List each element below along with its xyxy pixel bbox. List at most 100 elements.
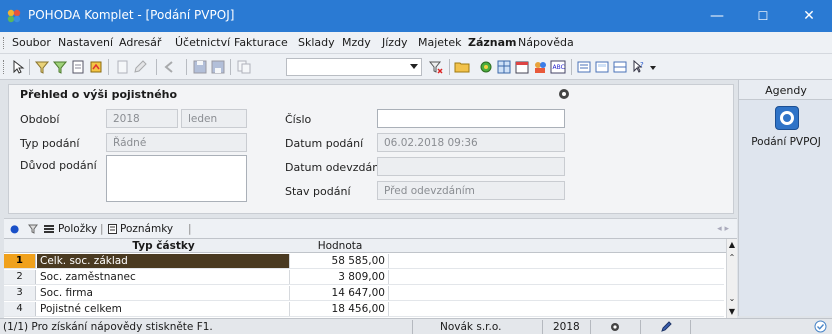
save-icon[interactable] <box>192 59 208 75</box>
menu-mzdy[interactable]: Mzdy <box>342 36 371 49</box>
check-circle-icon <box>814 320 827 333</box>
podani-pvpoj-icon[interactable] <box>775 106 799 130</box>
print-preview-icon[interactable] <box>70 59 86 75</box>
filter-tab-icon[interactable] <box>28 224 38 234</box>
filter-clear-icon[interactable] <box>428 59 444 75</box>
svg-text:?: ? <box>640 61 644 69</box>
duvod-podani-textarea[interactable] <box>106 155 247 202</box>
agenda-item-podani-pvpoj[interactable]: Podání PVPOJ <box>739 136 832 148</box>
filter-add-icon[interactable] <box>52 59 68 75</box>
scroll-down-icon[interactable]: ⌄ <box>727 293 737 305</box>
datum-odevzdani-field[interactable] <box>377 157 565 176</box>
dot-indicator-icon[interactable]: ● <box>10 223 19 235</box>
chevron-down-icon[interactable] <box>410 64 418 69</box>
menu-bar: Soubor Nastavení Adresář Účetnictví Fakt… <box>0 32 832 54</box>
tab-poznamky[interactable]: Poznámky <box>120 223 173 235</box>
save-all-icon[interactable] <box>210 59 226 75</box>
stav-podani-label: Stav podání <box>285 185 351 198</box>
row-hodnota[interactable]: 14 647,00 <box>291 286 389 300</box>
items-grid: Typ částky Hodnota 1 Celk. soc. základ 5… <box>4 238 737 319</box>
menu-jizdy[interactable]: Jízdy <box>382 36 408 49</box>
row-typ-castky[interactable]: Soc. firma <box>37 286 290 300</box>
form-header: Přehled o výši pojistného <box>9 85 733 103</box>
typ-podani-field[interactable]: Řádné <box>106 133 247 152</box>
cursor-icon[interactable] <box>10 59 26 75</box>
datum-odevzdani-label: Datum odevzdání <box>285 161 383 174</box>
table-row[interactable]: 2 Soc. zaměstnanec 3 809,00 <box>4 270 724 285</box>
obdobi-month-field[interactable]: leden <box>181 109 247 128</box>
table-row[interactable]: 1 Celk. soc. základ 58 585,00 <box>4 254 724 269</box>
datum-podani-label: Datum podání <box>285 137 364 150</box>
back-arrow-icon[interactable] <box>162 59 178 75</box>
menu-grip-handle[interactable] <box>3 37 6 49</box>
list-view-icon[interactable] <box>576 59 592 75</box>
menu-sklady[interactable]: Sklady <box>298 36 335 49</box>
maximize-button[interactable]: ☐ <box>740 0 786 32</box>
menu-soubor[interactable]: Soubor <box>12 36 51 49</box>
list-tab-icon <box>44 225 54 233</box>
toolbar: ABC ? <box>0 54 832 80</box>
menu-fakturace[interactable]: Fakturace <box>234 36 288 49</box>
row-hodnota[interactable]: 58 585,00 <box>291 254 389 268</box>
row-typ-castky[interactable]: Celk. soc. základ <box>37 254 290 268</box>
menu-majetek[interactable]: Majetek <box>418 36 462 49</box>
database-status-icon <box>611 323 619 331</box>
column-typ-castky[interactable]: Typ částky <box>37 240 290 252</box>
sign-icon[interactable] <box>88 59 104 75</box>
record-search-combo[interactable] <box>286 58 422 76</box>
split-view-icon[interactable] <box>612 59 628 75</box>
table-row[interactable]: 4 Pojistné celkem 18 456,00 <box>4 302 724 317</box>
scroll-up-icon[interactable]: ⌃ <box>727 252 737 264</box>
svg-text:ABC: ABC <box>553 64 565 71</box>
table-row[interactable]: 3 Soc. firma 14 647,00 <box>4 286 724 301</box>
scroll-bottom-icon[interactable]: ▼ <box>727 306 737 318</box>
detail-tabs: ● Položky | Poznámky | ◂ ▸ <box>4 218 737 238</box>
datum-podani-field[interactable]: 06.02.2018 09:36 <box>377 133 565 152</box>
menu-ucetnictvi[interactable]: Účetnictví <box>175 36 230 49</box>
grid-vertical-scrollbar[interactable]: ▲ ⌃ ⌄ ▼ <box>726 239 737 319</box>
menu-zaznam[interactable]: Záznam <box>468 36 517 49</box>
help-dropdown-icon[interactable] <box>650 66 656 70</box>
row-hodnota[interactable]: 3 809,00 <box>291 270 389 284</box>
agenda-panel: Agendy Podání PVPOJ <box>738 80 832 316</box>
tab-polozky[interactable]: Položky <box>58 223 97 235</box>
row-number: 3 <box>4 286 36 300</box>
note-tab-icon <box>108 224 117 234</box>
grid-view-icon[interactable] <box>496 59 512 75</box>
barcode-icon[interactable]: ABC <box>550 59 566 75</box>
toolbar-grip-handle[interactable] <box>3 60 6 74</box>
scroll-top-icon[interactable]: ▲ <box>727 239 737 251</box>
close-button[interactable]: ✕ <box>786 0 832 32</box>
column-hodnota[interactable]: Hodnota <box>291 240 389 252</box>
menu-napoveda[interactable]: Nápověda <box>518 36 574 49</box>
title-bar: POHODA Komplet - [Podání PVPOJ] — ☐ ✕ <box>0 0 832 32</box>
row-hodnota[interactable]: 18 456,00 <box>291 302 389 316</box>
obdobi-label: Období <box>20 113 60 126</box>
form-view-icon[interactable] <box>594 59 610 75</box>
stav-podani-field[interactable]: Před odevzdáním <box>377 181 565 200</box>
form-title: Přehled o výši pojistného <box>20 88 178 101</box>
row-number: 1 <box>4 254 36 268</box>
obdobi-year-field[interactable]: 2018 <box>106 109 178 128</box>
row-typ-castky[interactable]: Soc. zaměstnanec <box>37 270 290 284</box>
row-number: 4 <box>4 302 36 316</box>
typ-podani-label: Typ podání <box>20 137 80 150</box>
filter-icon[interactable] <box>34 59 50 75</box>
row-typ-castky[interactable]: Pojistné celkem <box>37 302 290 316</box>
users-icon[interactable] <box>532 59 548 75</box>
new-record-icon[interactable] <box>114 59 130 75</box>
menu-nastaveni[interactable]: Nastavení <box>58 36 113 49</box>
cislo-input[interactable] <box>377 109 565 128</box>
tabs-scroll-arrows[interactable]: ◂ ▸ <box>717 224 729 234</box>
record-status-icon <box>559 89 569 99</box>
calendar-icon[interactable] <box>514 59 530 75</box>
color-picker-icon[interactable] <box>478 59 494 75</box>
minimize-button[interactable]: — <box>694 0 740 32</box>
folder-icon[interactable] <box>454 59 470 75</box>
pen-status-icon <box>661 321 672 332</box>
pohoda-app-icon <box>7 9 21 23</box>
edit-icon[interactable] <box>132 59 148 75</box>
help-pointer-icon[interactable]: ? <box>630 59 646 75</box>
menu-adresar[interactable]: Adresář <box>119 36 161 49</box>
copy-icon[interactable] <box>236 59 252 75</box>
